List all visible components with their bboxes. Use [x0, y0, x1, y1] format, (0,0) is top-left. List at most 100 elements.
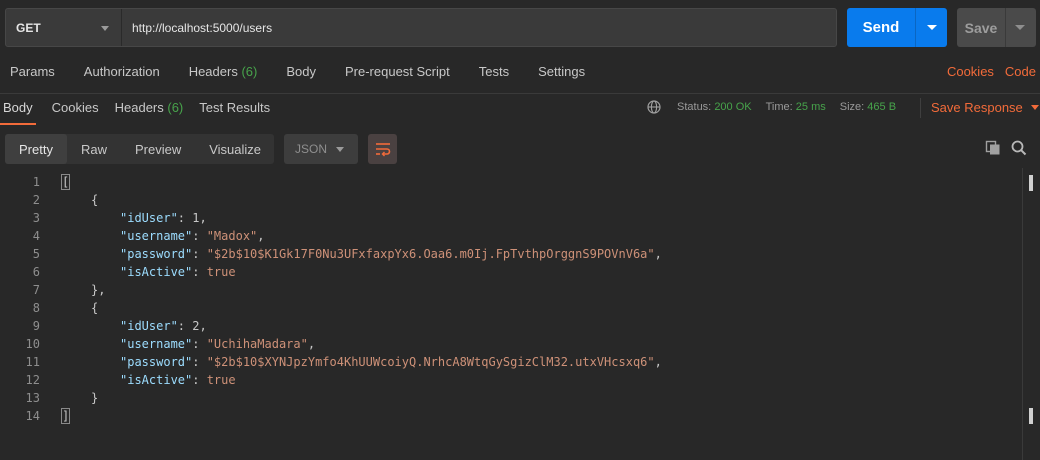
- size-label: Size:: [839, 101, 865, 113]
- json-token: true: [206, 265, 236, 279]
- tab-response-headers[interactable]: Headers (6): [115, 97, 184, 125]
- line-number: 4: [32, 229, 40, 243]
- save-button[interactable]: Save: [957, 8, 1005, 47]
- send-options-button[interactable]: [915, 8, 947, 47]
- tab-authorization[interactable]: Authorization: [84, 64, 160, 86]
- tab-label: Settings: [538, 64, 586, 79]
- request-tabs: Params Authorization Headers (6) Body Pr…: [10, 64, 1040, 86]
- request-bar: GET http://localhost:5000/users: [5, 8, 837, 47]
- json-string: "$2b$10$XYNJpzYmfo4KhUUWcoiyQ.NrhcA8WtqG…: [206, 355, 655, 369]
- matched-bracket: [: [60, 174, 71, 190]
- json-key: "idUser": [120, 319, 178, 333]
- line-number: 3: [32, 211, 40, 225]
- format-select[interactable]: JSON: [284, 134, 358, 164]
- line-number: 2: [32, 193, 40, 207]
- json-token: {: [91, 193, 99, 207]
- tab-settings[interactable]: Settings: [538, 64, 585, 86]
- tab-label: Headers: [114, 100, 164, 115]
- wrap-lines-button[interactable]: [368, 134, 397, 164]
- code-text: "idUser": 1,: [40, 209, 207, 227]
- chevron-down-icon: [336, 147, 344, 152]
- code-line: 13}: [0, 389, 1022, 407]
- size-value[interactable]: 465 B: [867, 101, 896, 113]
- code-line: 4 "username": "Madox",: [0, 227, 1022, 245]
- tab-label: Body: [3, 100, 33, 115]
- json-key: "username": [120, 229, 193, 243]
- code-link[interactable]: Code: [1005, 64, 1036, 79]
- json-key: "username": [120, 337, 193, 351]
- request-links: Cookies Code: [947, 64, 1036, 79]
- code-line: 14]: [0, 407, 1022, 425]
- chevron-down-icon: [1015, 25, 1025, 30]
- line-number: 1: [32, 175, 40, 189]
- line-number: 11: [25, 355, 40, 369]
- chevron-down-icon: [927, 25, 937, 30]
- view-preview-button[interactable]: Preview: [121, 134, 195, 164]
- code-text: ]: [40, 407, 71, 425]
- json-token: ,: [199, 319, 207, 333]
- cookies-link[interactable]: Cookies: [947, 64, 994, 79]
- code-line: 9 "idUser": 2,: [0, 317, 1022, 335]
- tab-pre-request-script[interactable]: Pre-request Script: [345, 64, 450, 86]
- json-token: ,: [257, 229, 265, 243]
- tab-test-results[interactable]: Test Results: [199, 97, 270, 125]
- view-raw-button[interactable]: Raw: [67, 134, 121, 164]
- separator: [920, 98, 921, 118]
- line-number: 12: [25, 373, 40, 387]
- save-button-group: Save: [957, 8, 1036, 47]
- json-token: {: [91, 301, 99, 315]
- json-key: "password": [120, 355, 193, 369]
- tab-label: Tests: [478, 64, 510, 79]
- wrap-lines-icon: [375, 143, 390, 157]
- status-label: Status:: [677, 101, 712, 113]
- tab-body[interactable]: Body: [286, 64, 316, 86]
- tab-label: Headers: [188, 64, 238, 79]
- line-number: 10: [25, 337, 40, 351]
- search-icon[interactable]: [1011, 140, 1027, 156]
- tab-tests[interactable]: Tests: [479, 64, 509, 86]
- json-string: "UchihaMadara": [206, 337, 308, 351]
- code-line: 8{: [0, 299, 1022, 317]
- response-tabs: Body Cookies Headers (6) Test Results: [0, 97, 286, 125]
- view-pretty-button[interactable]: Pretty: [5, 134, 67, 164]
- json-token: ,: [654, 247, 662, 261]
- tab-label: Body: [286, 64, 316, 79]
- code-text: "idUser": 2,: [40, 317, 207, 335]
- code-text: "password": "$2b$10$K1Gk17F0Nu3UFxfaxpYx…: [40, 245, 662, 263]
- send-button[interactable]: Send: [847, 8, 915, 47]
- save-options-button[interactable]: [1005, 8, 1036, 47]
- tab-response-body[interactable]: Body: [0, 97, 36, 125]
- url-input[interactable]: http://localhost:5000/users: [122, 9, 836, 46]
- scrollbar[interactable]: [1022, 168, 1040, 460]
- json-token: ,: [307, 337, 316, 351]
- time-value[interactable]: 25 ms: [796, 101, 826, 113]
- json-token: :: [192, 337, 207, 351]
- method-label: GET: [16, 20, 41, 35]
- url-text: http://localhost:5000/users: [132, 20, 273, 35]
- tab-response-cookies[interactable]: Cookies: [52, 97, 99, 125]
- copy-icon[interactable]: [985, 140, 1001, 156]
- code-line: 5 "password": "$2b$10$K1Gk17F0Nu3UFxfaxpY…: [0, 245, 1022, 263]
- tab-label: Params: [10, 64, 55, 79]
- json-string: "Madox": [206, 229, 258, 243]
- json-token: true: [206, 373, 236, 387]
- code-line: 7},: [0, 281, 1022, 299]
- globe-icon[interactable]: [647, 100, 661, 114]
- tab-params[interactable]: Params: [10, 64, 55, 86]
- method-select[interactable]: GET: [6, 9, 122, 46]
- status-value[interactable]: 200 OK: [714, 101, 751, 113]
- line-number: 5: [32, 247, 40, 261]
- tab-label: Pre-request Script: [344, 64, 450, 79]
- code-text: {: [40, 299, 98, 317]
- json-token: },: [91, 283, 106, 297]
- tab-label: Cookies: [51, 100, 99, 115]
- tab-headers[interactable]: Headers (6): [189, 64, 258, 86]
- view-visualize-button[interactable]: Visualize: [195, 134, 275, 164]
- response-body-editor[interactable]: 1[2{3 "idUser": 1, 4 "username": "Madox", 5 "…: [0, 173, 1022, 425]
- code-text: {: [40, 191, 98, 209]
- json-token: ,: [199, 211, 207, 225]
- json-token: :: [192, 229, 207, 243]
- save-response-label: Save Response: [931, 100, 1023, 115]
- save-response-button[interactable]: Save Response: [931, 100, 1039, 115]
- code-text: "isActive": true: [40, 263, 236, 281]
